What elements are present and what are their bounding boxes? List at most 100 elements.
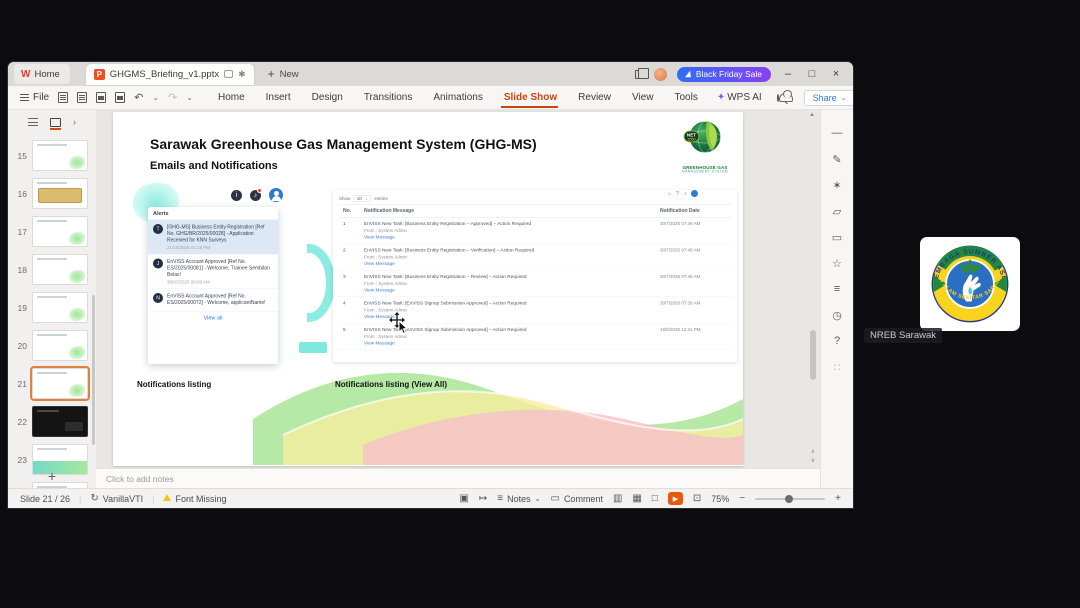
font-missing-warning[interactable]: Font Missing — [163, 494, 227, 504]
zoom-slider[interactable] — [755, 494, 826, 503]
slide-subtitle: Emails and Notifications — [150, 160, 278, 172]
undo-history-chevron-icon[interactable]: ⌄ — [152, 93, 159, 102]
previous-slide-button[interactable]: ∧ — [811, 448, 815, 455]
zoom-slider-knob[interactable] — [784, 494, 793, 503]
black-friday-sale-button[interactable]: Black Friday Sale — [676, 66, 771, 82]
thumbnail-scrollbar[interactable] — [92, 295, 95, 445]
add-slide-button[interactable]: + — [8, 468, 96, 484]
slide-thumbnail[interactable]: 22 — [12, 406, 96, 437]
export-icon[interactable] — [77, 92, 88, 103]
menu-tab[interactable]: Design — [309, 88, 344, 107]
new-tab-button[interactable]: + New — [268, 67, 299, 81]
outline-view-icon[interactable] — [28, 118, 38, 126]
reading-view-icon[interactable]: □ — [652, 493, 658, 504]
notification-message: EnVISS New Task: [Business Entity Regist… — [364, 247, 535, 254]
menu-tab[interactable]: Review — [575, 88, 612, 107]
home-tab[interactable]: W Home — [14, 64, 70, 84]
share-button[interactable]: Share ⌄ — [803, 89, 853, 106]
jump-to-icon[interactable]: ↦ — [479, 493, 487, 504]
row-number: 3 — [339, 270, 360, 297]
slide-thumbnail[interactable]: 20 — [12, 330, 96, 361]
slide-thumbnail[interactable]: 15 — [12, 140, 96, 171]
menu-tab[interactable]: Home — [215, 88, 246, 107]
menu-tab[interactable]: Slide Show — [500, 88, 559, 108]
ai-spark-icon: ✦ — [716, 92, 726, 103]
slide-preview — [32, 178, 88, 209]
sidebar-icon[interactable]: ▭ — [821, 224, 853, 250]
file-menu[interactable]: File — [20, 92, 49, 103]
sidebar-icon[interactable]: ? — [821, 328, 853, 354]
next-slide-button[interactable]: ∨ — [811, 457, 815, 464]
teal-decoration-ring — [306, 244, 335, 322]
caption-notifications-viewall: Notifications listing (View All) — [335, 380, 448, 389]
cloud-sync-icon[interactable] — [778, 90, 793, 102]
window-stack-icon[interactable] — [634, 67, 649, 79]
notification-bell-icon: ♪ — [250, 187, 262, 201]
divider: | — [79, 493, 82, 504]
save-icon[interactable] — [58, 92, 69, 103]
scrollbar-thumb[interactable] — [810, 330, 816, 380]
zoom-out-button[interactable]: − — [739, 493, 745, 504]
notes-area[interactable]: Click to add notes — [96, 468, 820, 488]
slide-21[interactable]: Sarawak Greenhouse Gas Management System… — [113, 112, 743, 466]
slide-thumbnail[interactable]: 18 — [12, 254, 96, 285]
menu-tab[interactable]: ✦ WPS AI — [716, 88, 763, 107]
scroll-up-arrow-icon[interactable]: ▲ — [809, 112, 815, 118]
notes-toggle[interactable]: ≡ Notes ⌄ — [497, 493, 540, 504]
canvas-scrollbar[interactable]: ▲ ∧ ∨ — [808, 112, 818, 466]
profile-avatar-icon — [269, 188, 283, 202]
maximize-button[interactable]: □ — [805, 68, 819, 80]
menu-tab[interactable]: Animations — [430, 88, 483, 107]
print-icon[interactable] — [96, 92, 107, 103]
close-button[interactable]: × — [829, 68, 843, 80]
sidebar-icon[interactable]: ☆ — [821, 250, 853, 276]
fit-slide-icon[interactable]: ⊡ — [693, 493, 701, 504]
row-number: 5 — [339, 323, 360, 350]
sidebar-icon[interactable]: ▱ — [821, 198, 853, 224]
sidebar-icon[interactable]: — — [821, 120, 853, 146]
comment-toggle[interactable]: ▭ Comment — [550, 493, 602, 504]
undo-icon[interactable]: ↶ — [134, 91, 143, 104]
sidebar-icon[interactable]: ≡ — [821, 276, 853, 302]
menu-tab[interactable]: Tools — [671, 88, 698, 107]
sidebar-icon[interactable]: ✎ — [821, 146, 853, 172]
slide-thumbnail[interactable]: 19 — [12, 292, 96, 323]
theme-button[interactable]: ↻ VanillaVTI — [90, 493, 143, 504]
file-menu-label: File — [33, 92, 50, 103]
slide-view-icon[interactable] — [50, 117, 61, 130]
slide-thumbnail[interactable]: 17 — [12, 216, 96, 247]
document-tab[interactable]: P GHGMS_Briefing_v1.pptx ✱ — [85, 63, 254, 85]
slide-thumbnail[interactable]: 16 — [12, 178, 96, 209]
account-avatar[interactable] — [653, 67, 667, 81]
view-message-link: View Message — [364, 261, 395, 267]
zoom-in-button[interactable]: + — [835, 493, 841, 504]
normal-view-icon[interactable]: ▥ — [613, 493, 622, 504]
notification-message: EnVISS New Task: [Business Entity Regist… — [364, 274, 527, 280]
menu-tab[interactable]: Transitions — [361, 88, 414, 107]
slide-thumbnail[interactable]: 21 — [12, 368, 96, 399]
view-message-link: View Message — [364, 287, 395, 294]
slide-preview — [32, 406, 88, 437]
alert-item: T [GHG-MS] Business Entity Registration … — [148, 220, 278, 255]
alert-message: EnVISS Account Approved [Ref No. ES/2025… — [167, 259, 270, 278]
slide-title: Sarawak Greenhouse Gas Management System… — [150, 136, 537, 152]
wps-logo-icon: W — [21, 68, 31, 80]
expand-panel-chevron-icon[interactable]: › — [73, 117, 76, 127]
presenter-view-icon[interactable]: ▣ — [459, 493, 468, 504]
slide-number: 21 — [17, 378, 27, 389]
toolbar-more-chevron-icon[interactable]: ⌄ — [186, 93, 193, 102]
menu-tab[interactable]: View — [629, 88, 655, 107]
print-preview-icon[interactable] — [115, 92, 126, 103]
sidebar-icon[interactable]: ◷ — [821, 302, 853, 328]
zoom-level[interactable]: 75% — [711, 494, 729, 504]
minimize-button[interactable]: – — [781, 68, 795, 80]
alert-message: EnVISS Account Approved [Ref No. ES/2025… — [167, 293, 266, 306]
sidebar-icon[interactable]: ∷ — [821, 354, 853, 380]
menu-tab[interactable]: Insert — [263, 88, 292, 107]
table-row: 2 EnVISS New Task: [Business Entity Regi… — [339, 243, 731, 271]
sidebar-icon[interactable]: ✶ — [821, 172, 853, 198]
slideshow-play-button[interactable]: ▶ — [667, 492, 683, 505]
wave-decoration — [253, 372, 743, 465]
slide-sorter-icon[interactable]: ▦ — [632, 493, 641, 504]
ribbon-menu: Home Insert Design Transitions Animations Sli… — [215, 88, 763, 108]
